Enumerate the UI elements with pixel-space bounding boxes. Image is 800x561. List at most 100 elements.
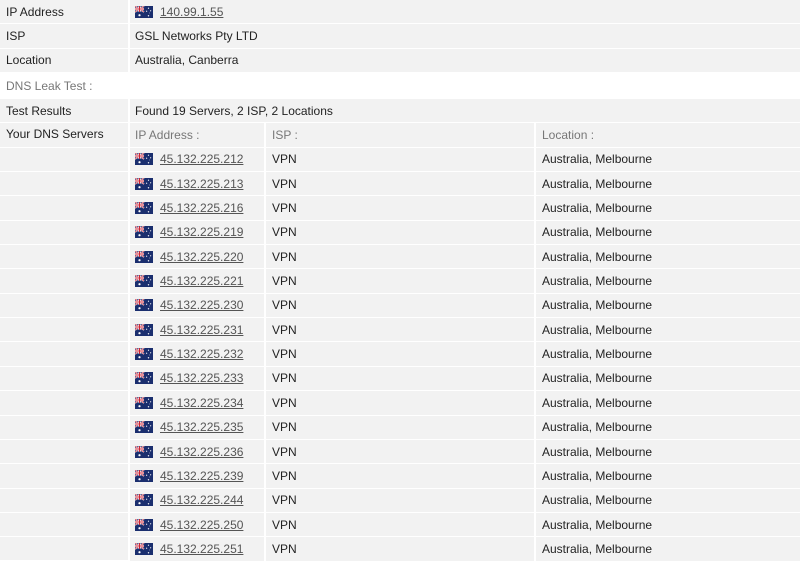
dns-server-ip-link[interactable]: 45.132.225.220	[160, 250, 243, 264]
isp-label: ISP	[6, 29, 26, 44]
dns-server-location: Australia, Melbourne	[542, 225, 653, 240]
dns-server-isp: VPN	[272, 517, 297, 532]
dns-server-isp: VPN	[272, 347, 297, 362]
dns-server-row: 45.132.225.244 VPN Australia, Melbourne	[0, 487, 800, 512]
dns-server-ip-link[interactable]: 45.132.225.231	[160, 323, 243, 337]
location-value: Australia, Canberra	[135, 53, 239, 68]
dns-server-location: Australia, Melbourne	[542, 395, 653, 410]
dns-server-isp: VPN	[272, 322, 297, 337]
dns-server-ip-link[interactable]: 45.132.225.236	[160, 445, 243, 459]
dns-server-location: Australia, Melbourne	[542, 176, 653, 191]
dns-server-row: 45.132.225.231 VPN Australia, Melbourne	[0, 317, 800, 342]
dns-server-location: Australia, Melbourne	[542, 249, 653, 264]
dns-server-ip-link[interactable]: 45.132.225.234	[160, 396, 243, 410]
dns-server-isp: VPN	[272, 298, 297, 313]
dns-server-ip-link[interactable]: 45.132.225.212	[160, 152, 243, 166]
australia-flag-icon	[135, 348, 153, 361]
dns-server-ip-link[interactable]: 45.132.225.244	[160, 493, 243, 507]
dns-server-location: Australia, Melbourne	[542, 371, 653, 386]
australia-flag-icon	[135, 153, 153, 166]
dns-server-ip-link[interactable]: 45.132.225.232	[160, 347, 243, 361]
col-header-isp: ISP :	[272, 128, 298, 143]
australia-flag-icon	[135, 177, 153, 190]
ip-address-row: IP Address 140.99.1.55	[0, 0, 800, 24]
dns-server-row: 45.132.225.230 VPN Australia, Melbourne	[0, 292, 800, 318]
dns-server-row: 45.132.225.235 VPN Australia, Melbourne	[0, 414, 800, 439]
dns-server-location: Australia, Melbourne	[542, 541, 653, 556]
dns-server-location: Australia, Melbourne	[542, 298, 653, 313]
dns-server-isp: VPN	[272, 274, 297, 289]
australia-flag-icon	[135, 299, 153, 312]
dns-server-row: 45.132.225.239 VPN Australia, Melbourne	[0, 463, 800, 488]
dns-server-row: 45.132.225.236 VPN Australia, Melbourne	[0, 438, 800, 464]
dns-server-isp: VPN	[272, 395, 297, 410]
ip-address-label: IP Address	[6, 4, 64, 19]
dns-server-location: Australia, Melbourne	[542, 347, 653, 362]
dns-server-row: 45.132.225.213 VPN Australia, Melbourne	[0, 171, 800, 196]
australia-flag-icon	[135, 469, 153, 482]
dns-server-ip-link[interactable]: 45.132.225.213	[160, 177, 243, 191]
dns-server-location: Australia, Melbourne	[542, 468, 653, 483]
location-row: Location Australia, Canberra	[0, 47, 800, 73]
australia-flag-icon	[135, 5, 153, 18]
australia-flag-icon	[135, 542, 153, 555]
dns-leak-header: DNS Leak Test :	[0, 72, 800, 99]
australia-flag-icon	[135, 445, 153, 458]
dns-server-ip-link[interactable]: 45.132.225.219	[160, 225, 243, 239]
australia-flag-icon	[135, 250, 153, 263]
dns-server-row: 45.132.225.220 VPN Australia, Melbourne	[0, 244, 800, 269]
col-header-ip: IP Address :	[135, 128, 200, 143]
dns-server-ip-link[interactable]: 45.132.225.221	[160, 274, 243, 288]
dns-server-ip-link[interactable]: 45.132.225.251	[160, 542, 243, 556]
dns-server-row: 45.132.225.233 VPN Australia, Melbourne	[0, 365, 800, 391]
dns-server-isp: VPN	[272, 201, 297, 216]
dns-server-location: Australia, Melbourne	[542, 322, 653, 337]
australia-flag-icon	[135, 518, 153, 531]
dns-server-location: Australia, Melbourne	[542, 201, 653, 216]
dns-server-location: Australia, Melbourne	[542, 274, 653, 289]
dns-server-isp: VPN	[272, 371, 297, 386]
australia-flag-icon	[135, 421, 153, 434]
ip-address-link[interactable]: 140.99.1.55	[160, 5, 223, 19]
dns-leak-title: DNS Leak Test :	[6, 78, 93, 93]
dns-server-ip-link[interactable]: 45.132.225.239	[160, 469, 243, 483]
australia-flag-icon	[135, 275, 153, 288]
dns-server-isp: VPN	[272, 176, 297, 191]
location-label: Location	[6, 53, 52, 68]
dns-servers-table: Your DNS Servers IP Address : ISP : Loca…	[0, 122, 800, 561]
dns-server-isp: VPN	[272, 444, 297, 459]
australia-flag-icon	[135, 202, 153, 215]
dns-server-isp: VPN	[272, 541, 297, 556]
dns-server-row: 45.132.225.251 VPN Australia, Melbourne	[0, 536, 800, 561]
dns-server-row: 45.132.225.212 VPN Australia, Melbourne	[0, 146, 800, 172]
ip-info-page: IP Address 140.99.1.55 ISP GSL Networks …	[0, 0, 800, 561]
dns-server-isp: VPN	[272, 249, 297, 264]
dns-server-row: 45.132.225.216 VPN Australia, Melbourne	[0, 195, 800, 220]
col-header-location: Location :	[542, 128, 595, 143]
australia-flag-icon	[135, 396, 153, 409]
dns-server-isp: VPN	[272, 420, 297, 435]
dns-server-location: Australia, Melbourne	[542, 152, 653, 167]
dns-table-header: IP Address : ISP : Location :	[0, 122, 800, 147]
australia-flag-icon	[135, 494, 153, 507]
test-results-value: Found 19 Servers, 2 ISP, 2 Locations	[135, 103, 333, 118]
dns-server-location: Australia, Melbourne	[542, 517, 653, 532]
isp-row: ISP GSL Networks Pty LTD	[0, 23, 800, 48]
dns-server-row: 45.132.225.250 VPN Australia, Melbourne	[0, 511, 800, 537]
dns-server-ip-link[interactable]: 45.132.225.230	[160, 298, 243, 312]
dns-server-isp: VPN	[272, 152, 297, 167]
dns-server-row: 45.132.225.234 VPN Australia, Melbourne	[0, 390, 800, 415]
australia-flag-icon	[135, 226, 153, 239]
australia-flag-icon	[135, 323, 153, 336]
dns-server-location: Australia, Melbourne	[542, 420, 653, 435]
dns-server-isp: VPN	[272, 468, 297, 483]
dns-server-ip-link[interactable]: 45.132.225.216	[160, 201, 243, 215]
dns-server-ip-link[interactable]: 45.132.225.233	[160, 371, 243, 385]
australia-flag-icon	[135, 372, 153, 385]
dns-server-ip-link[interactable]: 45.132.225.250	[160, 518, 243, 532]
dns-server-location: Australia, Melbourne	[542, 493, 653, 508]
dns-server-isp: VPN	[272, 493, 297, 508]
test-results-row: Test Results Found 19 Servers, 2 ISP, 2 …	[0, 98, 800, 123]
dns-server-row: 45.132.225.221 VPN Australia, Melbourne	[0, 268, 800, 293]
dns-server-ip-link[interactable]: 45.132.225.235	[160, 420, 243, 434]
